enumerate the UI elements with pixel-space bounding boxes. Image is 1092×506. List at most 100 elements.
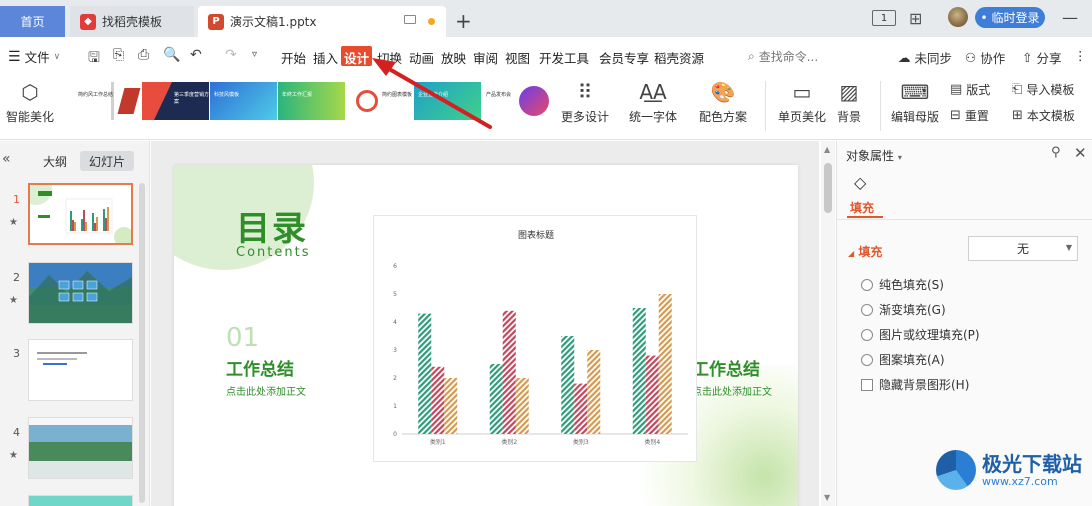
command-search[interactable]: ⌕ 查找命令... [748,48,818,65]
pin-icon[interactable]: ⚲ [1051,145,1061,160]
background-button[interactable]: ▨ 背景 [837,79,861,125]
slide-thumbnail-3[interactable] [28,339,133,401]
slide-number: 3 [13,347,20,360]
collaborate-button[interactable]: ⚇ 协作 [965,48,1005,67]
template-thumb[interactable]: 产品发布会 [482,82,549,120]
save-icon[interactable]: 🖫 [88,47,100,71]
export-pdf-icon[interactable]: ⎘ [113,47,124,63]
radio-picture-fill[interactable]: 图片或纹理填充(P) [861,326,980,343]
tab-view[interactable]: 视图 [505,48,530,67]
slide-number: 4 [13,426,20,439]
smart-beautify-button[interactable]: ⬡ 智能美化 [6,79,54,125]
chart-object[interactable]: 图表标题 0 1 2 3 4 5 6 类别1 类别2 类别3 类别4 [373,215,697,462]
section-body-2[interactable]: 点击此处添加正文 [692,383,772,398]
watermark-brand: 极光下载站 [982,451,1082,476]
more-options-icon[interactable]: ⋮ [1074,48,1087,63]
redo-icon[interactable]: ↷ [225,47,237,63]
tab-daoke-templates[interactable]: ◆ 找稻壳模板 [70,6,194,37]
single-page-beautify-button[interactable]: ▭ 单页美化 [778,79,826,125]
tab-transition[interactable]: 切换 [377,48,402,67]
slide-thumbnail-4[interactable] [28,417,133,479]
edit-master-button[interactable]: ⌨ 编辑母版 [891,79,939,125]
section-title-2[interactable]: 工作总结 [692,355,760,380]
tab-outline[interactable]: 大纲 [34,151,76,171]
slide-panel-scrollbar[interactable] [139,183,145,503]
template-thumb[interactable]: 科技风模板 [210,82,277,120]
template-thumb[interactable]: 年终工作汇报 [278,82,345,120]
monitor-icon[interactable] [404,15,416,24]
print-icon[interactable]: ⎙ [138,47,149,63]
app-grid-icon[interactable]: ⊞ [909,7,922,29]
section-body-1[interactable]: 点击此处添加正文 [226,383,306,398]
collaborate-icon: ⚇ [965,50,977,65]
tab-design[interactable]: 设计 [341,46,373,66]
reset-button[interactable]: ⊟ 重置 [950,107,989,124]
fill-section-header[interactable]: ◢ 填充 [848,243,882,260]
radio-button[interactable] [861,303,873,316]
avatar[interactable] [948,7,968,27]
tab-daoke-resources[interactable]: 稻壳资源 [654,48,704,67]
section-number[interactable]: 01 [226,323,259,353]
checkbox-hide-background[interactable]: 隐藏背景图形(H) [861,376,969,393]
slide-thumbnail-preview [29,271,132,323]
panel-title-label: 对象属性 [846,149,895,163]
radio-button[interactable] [861,278,873,291]
unify-font-button[interactable]: A͟A 统一字体 [629,79,677,125]
palette-icon: 🎨 [710,80,736,104]
tab-start[interactable]: 开始 [281,48,306,67]
print-preview-icon[interactable]: 🔍 [163,47,180,63]
slide-thumbnail-5[interactable] [28,495,133,506]
canvas-scrollbar[interactable]: ▲ ▼ [821,141,835,506]
import-template-button[interactable]: ⎗ 导入模板 [1012,81,1074,98]
tab-document[interactable]: P 演示文稿1.pptx [198,6,446,37]
slide-thumbnail-1[interactable] [28,183,133,245]
file-menu[interactable]: ☰ 文件 ∨ [8,47,60,66]
undo-icon[interactable]: ↶ [190,47,202,63]
tab-member[interactable]: 会员专享 [599,48,649,67]
share-button[interactable]: ⇧ 分享 [1022,48,1062,67]
tab-fill[interactable]: 填充 [850,199,874,216]
template-thumb[interactable]: 企业宣传介绍 [414,82,481,120]
radio-pattern-fill[interactable]: 图案填充(A) [861,351,945,368]
tab-insert[interactable]: 插入 [313,48,338,67]
checkbox[interactable] [861,378,873,391]
radio-solid-fill[interactable]: 纯色填充(S) [861,276,944,293]
radio-button[interactable] [861,328,873,341]
radio-gradient-fill[interactable]: 渐变填充(G) [861,301,946,318]
tab-slideshow[interactable]: 放映 [441,48,466,67]
scroll-down-icon[interactable]: ▼ [824,493,830,502]
slide-subtitle[interactable]: Contents [236,245,310,260]
slide-thumbnail-2[interactable] [28,262,133,324]
radio-button[interactable] [861,353,873,366]
template-thumb[interactable]: 第三季度营销方案 [142,82,209,120]
tab-slides[interactable]: 幻灯片 [80,151,135,171]
sync-status-button[interactable]: ☁ 未同步 [898,48,952,67]
tab-review[interactable]: 审阅 [473,48,498,67]
font-icon: A͟A [639,80,667,104]
close-icon[interactable]: ✕ [1074,144,1087,162]
layout-mode-icon[interactable]: 1 [872,10,896,26]
new-tab-plus-icon[interactable]: + [455,9,472,33]
tab-home[interactable]: 首页 [0,6,65,37]
login-button[interactable]: • 临时登录 [975,7,1045,28]
section-title-1[interactable]: 工作总结 [226,355,294,380]
template-thumb[interactable]: 简约风工作总结 [74,82,141,120]
background-pattern-icon: ▨ [839,80,859,104]
scroll-thumb[interactable] [824,163,832,213]
tab-developer[interactable]: 开发工具 [539,48,589,67]
customize-toolbar-chevron-icon[interactable]: ▿ [252,49,257,60]
fill-type-select[interactable]: 无 ▼ [968,236,1078,261]
panel-title[interactable]: 对象属性 ▾ [846,147,902,164]
scroll-up-icon[interactable]: ▲ [824,145,830,154]
layout-button[interactable]: ▤ 版式 [950,81,990,98]
radio-label: 图案填充(A) [879,353,945,367]
color-scheme-button[interactable]: 🎨 配色方案 [699,79,747,125]
this-template-button[interactable]: ⊞ 本文模板 [1012,107,1075,124]
collapse-panel-icon[interactable]: « [2,151,11,167]
more-design-button[interactable]: ⠿ 更多设计 [561,79,609,125]
slide-title[interactable]: 目录 [236,201,308,250]
tab-animation[interactable]: 动画 [409,48,434,67]
template-thumb[interactable]: 简约图表模板 [346,82,413,120]
paint-bucket-icon[interactable]: ◇ [854,173,866,192]
minimize-icon[interactable]: — [1062,6,1078,28]
